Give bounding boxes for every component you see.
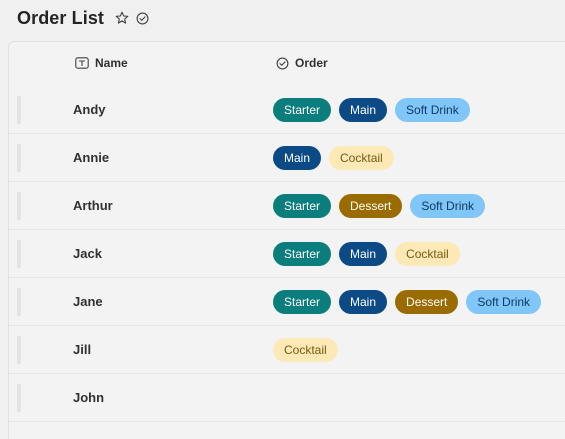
table-row[interactable]: Arthur Starter Dessert Soft Drink <box>9 182 565 230</box>
row-order-cell: Cocktail <box>273 338 346 362</box>
table-row[interactable]: Annie Main Cocktail <box>9 134 565 182</box>
column-header-order[interactable]: Order <box>276 56 328 70</box>
row-name-cell: Andy <box>73 102 106 117</box>
page-header: Order List <box>17 6 149 30</box>
table-row[interactable]: Jack Starter Main Cocktail <box>9 230 565 278</box>
order-list-table: Name Order Andy Starter Main Soft Drink Anni… <box>8 41 565 439</box>
row-name-cell: Jill <box>73 342 92 357</box>
row-name-cell: Jack <box>73 246 102 261</box>
row-name-cell: Jane <box>73 294 103 309</box>
row-select-handle[interactable] <box>17 336 21 364</box>
page-title: Order List <box>17 7 105 28</box>
row-select-handle[interactable] <box>17 288 21 316</box>
row-select-handle[interactable] <box>17 144 21 172</box>
order-tag: Cocktail <box>273 338 338 362</box>
column-header-order-label: Order <box>295 56 328 70</box>
order-tag: Main <box>339 242 388 266</box>
order-tag: Dessert <box>339 194 403 218</box>
order-tag: Starter <box>273 290 332 314</box>
table-row[interactable]: John <box>9 374 565 422</box>
column-header-name[interactable]: Name <box>75 56 128 70</box>
table-row[interactable]: Jane Starter Main Dessert Soft Drink <box>9 278 565 326</box>
row-order-cell: Main Cocktail <box>273 146 402 170</box>
row-order-cell: Starter Main Dessert Soft Drink <box>273 290 549 314</box>
table-row[interactable]: Andy Starter Main Soft Drink <box>9 86 565 134</box>
row-order-cell: Starter Main Soft Drink <box>273 98 478 122</box>
choice-field-icon <box>276 57 289 69</box>
row-order-cell: Starter Main Cocktail <box>273 242 468 266</box>
order-tag: Soft Drink <box>395 98 470 122</box>
order-tag: Soft Drink <box>466 290 542 314</box>
order-tag: Starter <box>273 98 332 122</box>
order-tag: Starter <box>273 194 332 218</box>
table-row[interactable]: Jill Cocktail <box>9 326 565 374</box>
row-select-handle[interactable] <box>17 192 21 220</box>
column-header-name-label: Name <box>95 56 128 70</box>
order-tag: Dessert <box>395 290 459 314</box>
order-tag: Main <box>339 98 388 122</box>
row-name-cell: Arthur <box>73 198 113 213</box>
order-tag: Cocktail <box>329 146 394 170</box>
row-name-cell: Annie <box>73 150 110 165</box>
order-tag: Cocktail <box>395 242 460 266</box>
row-select-handle[interactable] <box>17 384 21 412</box>
row-name-cell: John <box>73 390 105 405</box>
column-header-row: Name Order <box>9 42 565 86</box>
row-select-handle[interactable] <box>17 96 21 124</box>
order-tag: Soft Drink <box>410 194 486 218</box>
star-icon[interactable] <box>115 11 129 25</box>
order-tag: Starter <box>273 242 332 266</box>
check-circle-icon[interactable] <box>136 12 149 25</box>
row-order-cell: Starter Dessert Soft Drink <box>273 194 493 218</box>
order-tag: Main <box>339 290 388 314</box>
row-select-handle[interactable] <box>17 240 21 268</box>
order-tag: Main <box>273 146 322 170</box>
text-field-icon <box>75 57 89 69</box>
